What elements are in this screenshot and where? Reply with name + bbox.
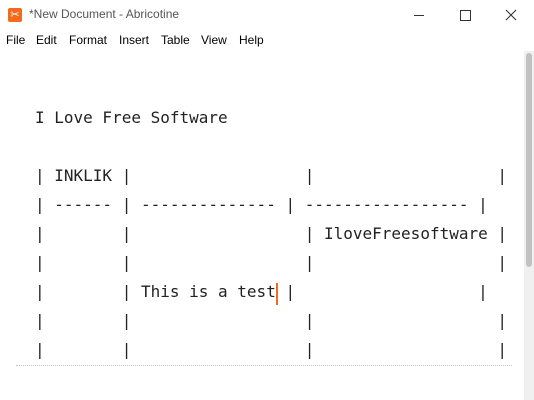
editor-area[interactable]: I Love Free Software | INKLIK | | | | --… <box>0 51 524 400</box>
window-title: *New Document - Abricotine <box>29 7 180 21</box>
menu-view[interactable]: View <box>201 33 227 47</box>
minimize-icon <box>414 15 424 16</box>
menu-edit[interactable]: Edit <box>36 33 57 47</box>
maximize-button[interactable] <box>442 0 488 30</box>
menu-bar: File Edit Format Insert Table View Help <box>0 30 534 51</box>
document-line[interactable]: | INKLIK | | | <box>35 166 507 186</box>
menu-table[interactable]: Table <box>161 33 190 47</box>
abricotine-app-icon: ✂ <box>8 8 22 22</box>
menu-insert[interactable]: Insert <box>119 33 149 47</box>
maximize-icon <box>460 10 471 21</box>
document-line[interactable]: | | | | <box>35 253 507 273</box>
title-bar: ✂ *New Document - Abricotine <box>0 0 534 30</box>
text-caret <box>276 283 278 305</box>
document-line[interactable]: | | | | <box>35 340 507 360</box>
vertical-scrollbar[interactable] <box>524 51 534 400</box>
document-line[interactable]: | | | IloveFreesoftware | <box>35 224 507 244</box>
close-button[interactable] <box>488 0 534 30</box>
minimize-button[interactable] <box>396 0 442 30</box>
scrollbar-thumb[interactable] <box>526 53 532 267</box>
document-line[interactable]: I Love Free Software <box>35 108 228 128</box>
menu-file[interactable]: File <box>6 33 25 47</box>
document-line[interactable]: | | This is a test | | <box>35 282 488 302</box>
menu-help[interactable]: Help <box>239 33 264 47</box>
document-line[interactable]: | | | | <box>35 311 507 331</box>
document-line[interactable]: | ------ | -------------- | ------------… <box>35 195 488 215</box>
page-divider <box>16 365 512 366</box>
menu-format[interactable]: Format <box>69 33 107 47</box>
close-icon <box>505 9 517 21</box>
